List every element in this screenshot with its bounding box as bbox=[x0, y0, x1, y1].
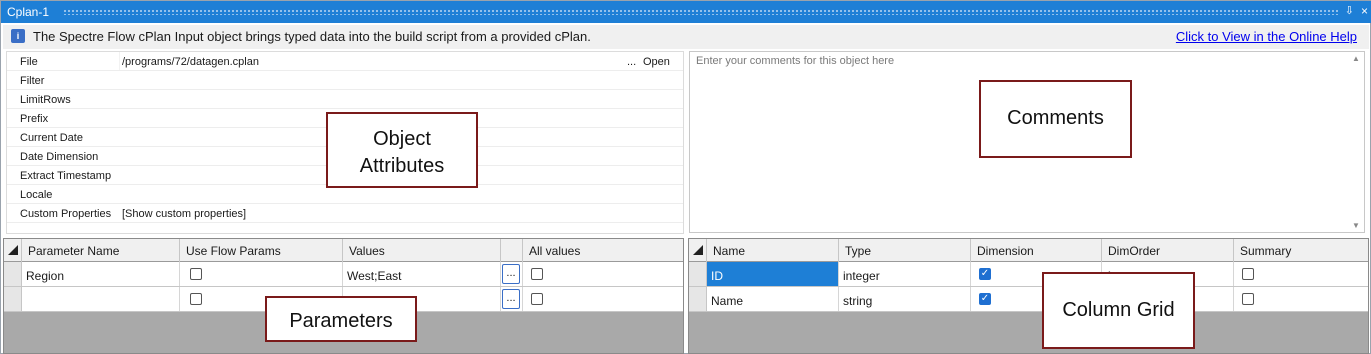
cell-summary[interactable] bbox=[1234, 262, 1368, 286]
online-help-link[interactable]: Click to View in the Online Help bbox=[1176, 29, 1357, 44]
table-row[interactable]: Name string ✓ bbox=[689, 287, 1368, 312]
attr-label: Current Date bbox=[20, 132, 83, 144]
cell-name[interactable]: ID bbox=[707, 262, 839, 286]
cell-parameter-name[interactable]: Region bbox=[22, 262, 180, 286]
all-values-checkbox[interactable] bbox=[531, 268, 543, 280]
select-all-corner[interactable] bbox=[4, 239, 22, 262]
column-header-parameter-name[interactable]: Parameter Name bbox=[22, 239, 180, 262]
callout-object-attributes: Object Attributes bbox=[326, 112, 478, 188]
open-button[interactable]: Open bbox=[643, 56, 670, 68]
pin-icon[interactable]: ⇩ bbox=[1345, 4, 1354, 17]
callout-comments: Comments bbox=[979, 80, 1132, 158]
use-flow-params-checkbox[interactable] bbox=[190, 293, 202, 305]
column-header-type[interactable]: Type bbox=[839, 239, 971, 262]
cell-parameter-name[interactable] bbox=[22, 287, 180, 311]
column-header-button bbox=[501, 239, 523, 262]
title-bar: Cplan-1 ⇩ × bbox=[1, 1, 1371, 23]
attr-label: Prefix bbox=[20, 113, 49, 125]
column-header-use-flow-params[interactable]: Use Flow Params bbox=[180, 239, 343, 262]
dimension-checkbox[interactable]: ✓ bbox=[979, 268, 991, 280]
corner-triangle-icon bbox=[8, 245, 18, 255]
column-header-all-values[interactable]: All values bbox=[523, 239, 683, 262]
attr-label: File bbox=[20, 56, 38, 68]
attr-value[interactable]: [Show custom properties] bbox=[122, 208, 246, 220]
info-text: The Spectre Flow cPlan Input object brin… bbox=[33, 29, 591, 44]
dimension-checkbox[interactable]: ✓ bbox=[979, 293, 991, 305]
attr-label: Locale bbox=[20, 189, 53, 201]
parameters-grid-header: Parameter Name Use Flow Params Values Al… bbox=[4, 239, 683, 262]
attr-divider bbox=[119, 52, 120, 70]
attr-label: Filter bbox=[20, 75, 45, 87]
attr-label: LimitRows bbox=[20, 94, 71, 106]
scroll-up-icon[interactable]: ▲ bbox=[1352, 54, 1360, 63]
browse-button[interactable]: ... bbox=[627, 56, 636, 68]
close-icon[interactable]: × bbox=[1361, 4, 1368, 18]
column-grid-header: Name Type Dimension DimOrder Summary bbox=[689, 239, 1368, 262]
column-header-summary[interactable]: Summary bbox=[1234, 239, 1368, 262]
column-grid: Name Type Dimension DimOrder Summary ID … bbox=[688, 238, 1369, 354]
all-values-checkbox[interactable] bbox=[531, 293, 543, 305]
summary-checkbox[interactable] bbox=[1242, 268, 1254, 280]
attr-row-filter[interactable]: Filter bbox=[7, 71, 683, 90]
info-icon: i bbox=[11, 29, 25, 43]
cell-use-flow-params[interactable] bbox=[180, 262, 343, 286]
values-browse-button[interactable]: ... bbox=[502, 264, 520, 284]
info-bar: i The Spectre Flow cPlan Input object br… bbox=[3, 25, 1369, 49]
callout-column-grid: Column Grid bbox=[1042, 272, 1195, 349]
cell-values[interactable]: West;East bbox=[343, 262, 501, 286]
attr-value[interactable]: /programs/72/datagen.cplan bbox=[122, 56, 259, 68]
use-flow-params-checkbox[interactable] bbox=[190, 268, 202, 280]
row-header[interactable] bbox=[689, 287, 707, 311]
cell-all-values[interactable] bbox=[523, 287, 683, 311]
callout-parameters: Parameters bbox=[265, 296, 417, 342]
select-all-corner[interactable] bbox=[689, 239, 707, 262]
table-row[interactable]: Region West;East ... bbox=[4, 262, 683, 287]
cplan-window: Cplan-1 ⇩ × i The Spectre Flow cPlan Inp… bbox=[0, 0, 1371, 354]
column-header-dimorder[interactable]: DimOrder bbox=[1102, 239, 1234, 262]
attr-row-file[interactable]: File /programs/72/datagen.cplan ... Open bbox=[7, 52, 683, 71]
attr-label: Custom Properties bbox=[20, 208, 112, 220]
attr-row-custom-properties[interactable]: Custom Properties [Show custom propertie… bbox=[7, 204, 683, 223]
row-header[interactable] bbox=[4, 287, 22, 311]
attr-row-limitrows[interactable]: LimitRows bbox=[7, 90, 683, 109]
table-row[interactable]: ID integer ✓ 1 bbox=[689, 262, 1368, 287]
column-header-dimension[interactable]: Dimension bbox=[971, 239, 1102, 262]
corner-triangle-icon bbox=[693, 245, 703, 255]
column-header-values[interactable]: Values bbox=[343, 239, 501, 262]
row-header[interactable] bbox=[4, 262, 22, 286]
cell-type[interactable]: integer bbox=[839, 262, 971, 286]
cell-values-button[interactable]: ... bbox=[501, 262, 523, 286]
cell-type[interactable]: string bbox=[839, 287, 971, 311]
title-bar-grip bbox=[63, 9, 1338, 15]
attr-label: Extract Timestamp bbox=[20, 170, 112, 182]
comments-placeholder: Enter your comments for this object here bbox=[696, 55, 895, 67]
cell-summary[interactable] bbox=[1234, 287, 1368, 311]
window-title: Cplan-1 bbox=[7, 5, 50, 19]
summary-checkbox[interactable] bbox=[1242, 293, 1254, 305]
attr-label: Date Dimension bbox=[20, 151, 99, 163]
cell-values-button[interactable]: ... bbox=[501, 287, 523, 311]
cell-name[interactable]: Name bbox=[707, 287, 839, 311]
values-browse-button[interactable]: ... bbox=[502, 289, 520, 309]
cell-all-values[interactable] bbox=[523, 262, 683, 286]
row-header[interactable] bbox=[689, 262, 707, 286]
column-header-name[interactable]: Name bbox=[707, 239, 839, 262]
comments-scrollbar[interactable]: ▲ ▼ bbox=[1350, 54, 1362, 230]
scroll-down-icon[interactable]: ▼ bbox=[1352, 221, 1360, 230]
